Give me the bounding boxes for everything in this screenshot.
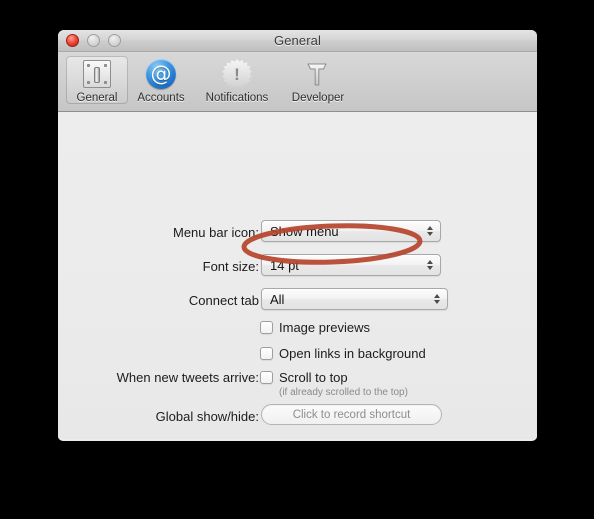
open-links-background-checkbox-row[interactable]: Open links in background xyxy=(260,346,426,361)
global-show-hide-recorder[interactable]: Click to record shortcut xyxy=(261,404,442,425)
open-links-background-label: Open links in background xyxy=(279,346,426,361)
new-tweets-label: When new tweets arrive: xyxy=(116,370,259,385)
preferences-toolbar: General @ Accounts ! Notifications Devel… xyxy=(58,52,537,112)
image-previews-label: Image previews xyxy=(279,320,371,335)
toolbar-label-accounts: Accounts xyxy=(137,92,185,104)
preferences-content: Menu bar icon: Show menu Font size: 14 p… xyxy=(58,112,537,439)
font-size-label: Font size: xyxy=(202,259,259,274)
hammer-icon xyxy=(302,58,334,90)
scroll-to-top-checkbox-row[interactable]: Scroll to top xyxy=(260,370,348,385)
connect-tab-label: Connect tab xyxy=(188,293,259,308)
menu-bar-icon-select[interactable]: Show menu xyxy=(261,220,441,242)
toolbar-label-developer: Developer xyxy=(291,92,345,104)
preferences-window: General General @ Accounts ! Notificatio… xyxy=(58,30,537,441)
scroll-to-top-label: Scroll to top xyxy=(279,370,348,385)
global-show-hide-label: Global show/hide: xyxy=(155,409,259,424)
stepper-arrows-icon xyxy=(427,226,433,236)
window-titlebar[interactable]: General xyxy=(58,30,537,52)
toolbar-item-notifications[interactable]: ! Notifications xyxy=(194,56,280,104)
starburst-exclamation-icon: ! xyxy=(221,58,253,90)
image-previews-checkbox-row[interactable]: Image previews xyxy=(260,320,370,335)
toolbar-item-general[interactable]: General xyxy=(66,56,128,104)
switch-plate-icon xyxy=(81,58,113,90)
stepper-arrows-icon xyxy=(427,260,433,270)
menu-bar-icon-value: Show menu xyxy=(270,223,339,239)
at-sign-icon: @ xyxy=(145,58,177,90)
global-show-hide-placeholder: Click to record shortcut xyxy=(292,408,411,421)
stepper-arrows-icon xyxy=(434,294,440,304)
connect-tab-value: All xyxy=(270,291,285,307)
image-previews-checkbox[interactable] xyxy=(260,321,273,334)
font-size-select[interactable]: 14 pt xyxy=(261,254,441,276)
toolbar-item-developer[interactable]: Developer xyxy=(282,56,354,104)
connect-tab-select[interactable]: All xyxy=(261,288,448,310)
toolbar-label-general: General xyxy=(76,92,118,104)
scroll-to-top-hint: (if already scrolled to the top) xyxy=(279,387,408,398)
window-title: General xyxy=(274,33,321,48)
font-size-value: 14 pt xyxy=(270,257,299,273)
scroll-to-top-checkbox[interactable] xyxy=(260,371,273,384)
toolbar-item-accounts[interactable]: @ Accounts xyxy=(130,56,192,104)
toolbar-label-notifications: Notifications xyxy=(205,92,269,104)
open-links-background-checkbox[interactable] xyxy=(260,347,273,360)
screenshot-canvas: General General @ Accounts ! Notificatio… xyxy=(0,0,594,519)
menu-bar-icon-label: Menu bar icon: xyxy=(173,225,259,240)
